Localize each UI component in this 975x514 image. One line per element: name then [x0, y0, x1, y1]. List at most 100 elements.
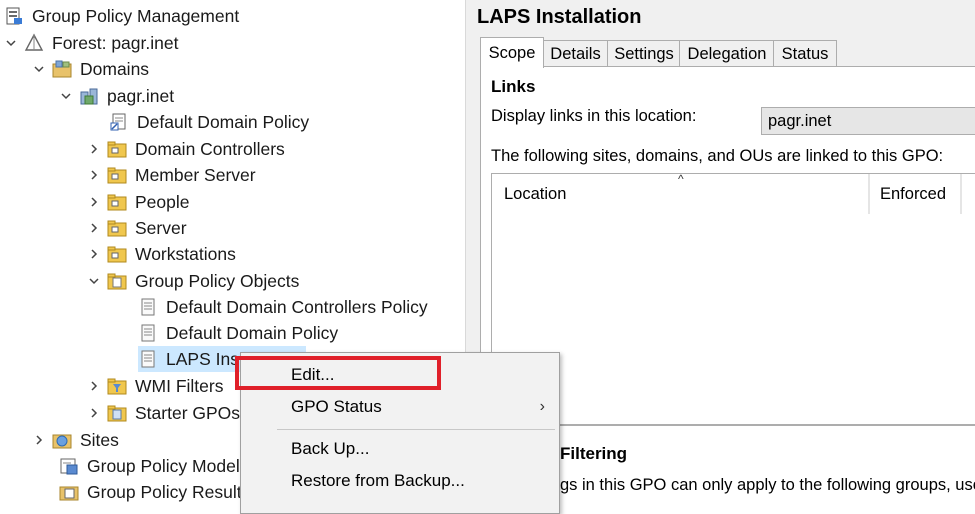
gpo-scroll-icon — [138, 297, 158, 317]
tree-node-gp-results[interactable]: Group Policy Result — [59, 479, 242, 505]
ou-folder-icon — [107, 139, 127, 159]
menu-item-label: Edit... — [291, 365, 335, 384]
tree-node-forest[interactable]: Forest: pagr.inet — [4, 30, 178, 56]
tree-label: Member Server — [135, 164, 256, 185]
ou-folder-icon — [107, 218, 127, 238]
links-list[interactable]: ^ Location Enforced L — [491, 172, 975, 425]
tree-node-workstations[interactable]: Workstations — [87, 241, 236, 267]
filtering-description: gs in this GPO can only apply to the fol… — [560, 476, 975, 494]
tree-node-wmi-filters[interactable]: WMI Filters — [87, 373, 223, 399]
sites-icon — [52, 430, 72, 450]
tree-label: Forest: pagr.inet — [52, 32, 179, 53]
column-label: Enforced — [880, 184, 947, 203]
context-menu: Edit... GPO Status › Back Up... Restore … — [240, 352, 560, 514]
tree-node-member-server[interactable]: Member Server — [87, 162, 256, 188]
menu-separator — [277, 429, 555, 430]
tree-label: Server — [135, 217, 187, 238]
gpo-link-icon — [109, 112, 129, 132]
tab-label: Scope — [488, 43, 536, 62]
tab-scope[interactable]: Scope — [480, 37, 544, 68]
gpo-container-folder-icon — [107, 271, 127, 291]
linked-description: The following sites, domains, and OUs ar… — [491, 147, 944, 165]
tree-node-group-policy-objects[interactable]: Group Policy Objects — [87, 268, 299, 294]
menu-item-label: GPO Status — [291, 397, 382, 416]
submenu-arrow-icon: › — [539, 398, 545, 415]
tree-label: Default Domain Controllers Policy — [166, 296, 428, 317]
tree-label: Default Domain Policy — [166, 322, 339, 343]
tab-label: Delegation — [687, 44, 767, 63]
tab-settings[interactable]: Settings — [607, 40, 681, 67]
tree-node-gpo-default-dc-policy[interactable]: Default Domain Controllers Policy — [138, 294, 428, 320]
list-header: ^ Location Enforced L — [492, 172, 975, 214]
tree-node-gpo-default-domain-policy[interactable]: Default Domain Policy — [138, 320, 338, 346]
menu-item-restore-from-backup[interactable]: Restore from Backup... — [241, 467, 559, 495]
expand-chevron-icon[interactable] — [87, 195, 101, 209]
expand-chevron-icon[interactable] — [87, 247, 101, 261]
tree-label: LAPS Ins — [166, 348, 239, 369]
ou-folder-icon — [107, 244, 127, 264]
domain-icon — [79, 86, 99, 106]
ou-folder-icon — [107, 165, 127, 185]
tree-label: People — [135, 191, 190, 212]
tree-label: Default Domain Policy — [137, 111, 310, 132]
column-label: Location — [504, 184, 567, 203]
menu-item-label: Restore from Backup... — [291, 471, 465, 490]
expand-chevron-icon[interactable] — [87, 142, 101, 156]
tree-node-gpm-root[interactable]: Group Policy Management — [4, 3, 239, 29]
gpm-console-icon — [4, 6, 24, 26]
tree-label: Workstations — [135, 243, 236, 264]
tree-node-gp-modeling[interactable]: Group Policy Model — [59, 453, 240, 479]
collapse-chevron-icon[interactable] — [32, 62, 46, 76]
location-value: pagr.inet — [768, 111, 832, 130]
tree-label: WMI Filters — [135, 375, 224, 396]
tree-node-gpo-laps-installation[interactable]: LAPS Ins — [138, 346, 239, 372]
menu-item-label: Back Up... — [291, 439, 370, 458]
tab-label: Settings — [614, 44, 674, 63]
column-header-location[interactable]: Location — [492, 174, 869, 214]
tree-label: Group Policy Result — [87, 481, 242, 502]
ou-folder-icon — [107, 192, 127, 212]
filtering-heading: Filtering — [560, 444, 628, 463]
gp-results-icon — [59, 482, 79, 502]
column-header-enforced[interactable]: Enforced — [869, 174, 961, 214]
tree-node-default-domain-policy-link[interactable]: Default Domain Policy — [109, 109, 309, 135]
tree-label: Group Policy Objects — [135, 270, 300, 291]
tab-details[interactable]: Details — [542, 40, 609, 67]
tree-label: Domains — [80, 58, 150, 79]
tree-node-server[interactable]: Server — [87, 215, 187, 241]
tree-label: Starter GPOs — [135, 402, 241, 423]
expand-chevron-icon[interactable] — [87, 406, 101, 420]
forest-icon — [24, 33, 44, 53]
starter-gpo-folder-icon — [107, 403, 127, 423]
collapse-chevron-icon[interactable] — [4, 36, 18, 50]
expand-chevron-icon[interactable] — [87, 221, 101, 235]
collapse-chevron-icon[interactable] — [59, 89, 73, 103]
domains-folder-icon — [52, 59, 72, 79]
expand-chevron-icon[interactable] — [32, 433, 46, 447]
menu-item-back-up[interactable]: Back Up... — [241, 435, 559, 463]
column-header-link-enabled[interactable]: L — [961, 174, 975, 214]
tree-label: Group Policy Management — [32, 5, 240, 26]
gpo-scroll-icon — [138, 349, 158, 369]
tree-label: Sites — [80, 429, 119, 450]
tab-status[interactable]: Status — [773, 40, 837, 67]
tree-node-starter-gpos[interactable]: Starter GPOs — [87, 400, 240, 426]
expand-chevron-icon[interactable] — [87, 168, 101, 182]
gp-modeling-icon — [59, 456, 79, 476]
tree-node-sites[interactable]: Sites — [32, 427, 119, 453]
wmi-filter-folder-icon — [107, 376, 127, 396]
menu-item-edit[interactable]: Edit... — [241, 361, 559, 389]
collapse-chevron-icon[interactable] — [87, 274, 101, 288]
tab-label: Status — [781, 44, 829, 63]
links-heading: Links — [491, 77, 536, 96]
tab-label: Details — [550, 44, 601, 63]
menu-item-gpo-status[interactable]: GPO Status › — [241, 393, 559, 421]
tab-delegation[interactable]: Delegation — [679, 40, 775, 67]
tree-node-domain-controllers[interactable]: Domain Controllers — [87, 136, 285, 162]
expand-chevron-icon[interactable] — [87, 379, 101, 393]
tree-node-domains[interactable]: Domains — [32, 56, 149, 82]
tree-node-people[interactable]: People — [87, 189, 190, 215]
tree-node-domain-pagr[interactable]: pagr.inet — [59, 83, 174, 109]
gpo-scroll-icon — [138, 323, 158, 343]
location-dropdown[interactable]: pagr.inet — [761, 107, 975, 135]
